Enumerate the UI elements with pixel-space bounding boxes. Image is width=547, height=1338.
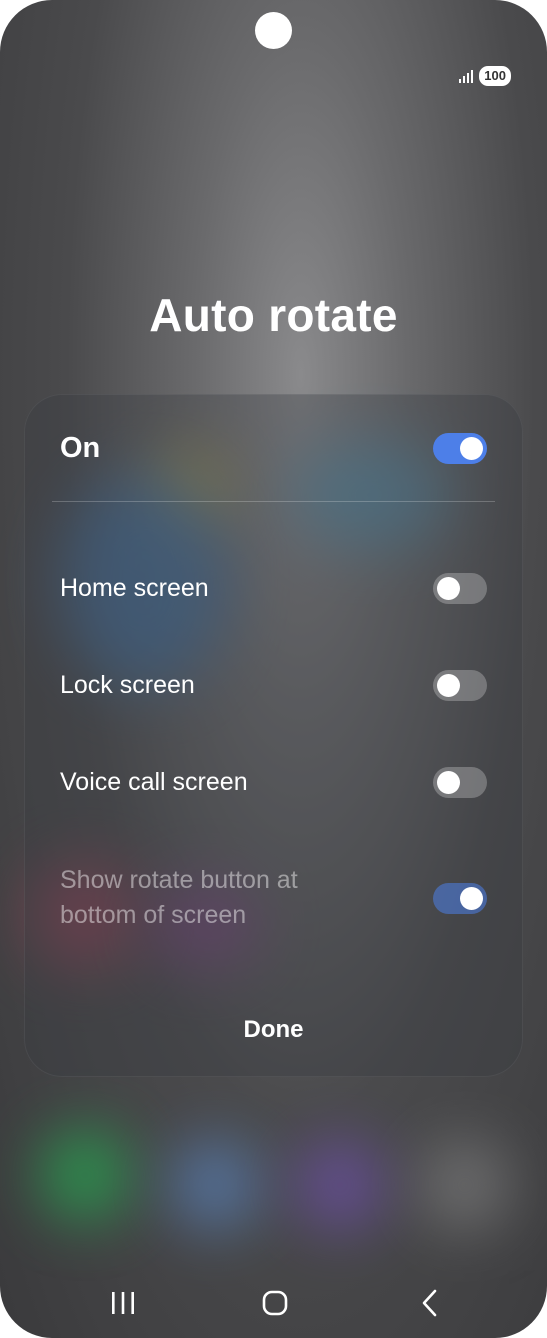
voice-call-screen-switch[interactable] (433, 767, 487, 798)
main-toggle-label: On (60, 432, 101, 464)
blurred-background-blob (40, 1130, 130, 1220)
blurred-background-blob (170, 1140, 260, 1230)
setting-row-home-screen[interactable]: Home screen (60, 573, 487, 604)
main-toggle-row[interactable]: On (60, 432, 487, 465)
setting-label: Show rotate button at bottom of screen (60, 866, 298, 929)
signal-bars-icon (459, 69, 474, 83)
blurred-background-blob (420, 1140, 510, 1230)
setting-label: Voice call screen (60, 768, 248, 796)
auto-rotate-switch[interactable] (433, 433, 487, 464)
blurred-background-blob (295, 1140, 385, 1230)
setting-row-rotate-button: Show rotate button at bottom of screen (60, 863, 487, 933)
setting-row-voice-call-screen[interactable]: Voice call screen (60, 767, 487, 798)
battery-indicator: 100 (479, 66, 511, 86)
setting-label: Home screen (60, 574, 209, 602)
lock-screen-switch[interactable] (433, 670, 487, 701)
setting-row-lock-screen[interactable]: Lock screen (60, 670, 487, 701)
rotate-button-switch (433, 882, 487, 914)
phone-screen: 100 Auto rotate On Home screen Lock scre… (0, 0, 547, 1338)
front-camera-cutout (255, 12, 292, 49)
home-icon[interactable] (252, 1280, 298, 1326)
recents-icon[interactable] (100, 1280, 146, 1326)
divider (52, 501, 495, 502)
page-title: Auto rotate (149, 289, 398, 341)
status-bar: 100 (459, 66, 511, 86)
auto-rotate-panel: On Home screen Lock screen Voice call sc… (24, 394, 523, 1077)
setting-label: Lock screen (60, 671, 195, 699)
home-screen-switch[interactable] (433, 573, 487, 604)
done-button[interactable]: Done (24, 1016, 523, 1044)
back-icon[interactable] (407, 1280, 453, 1326)
navigation-bar (0, 1280, 547, 1326)
